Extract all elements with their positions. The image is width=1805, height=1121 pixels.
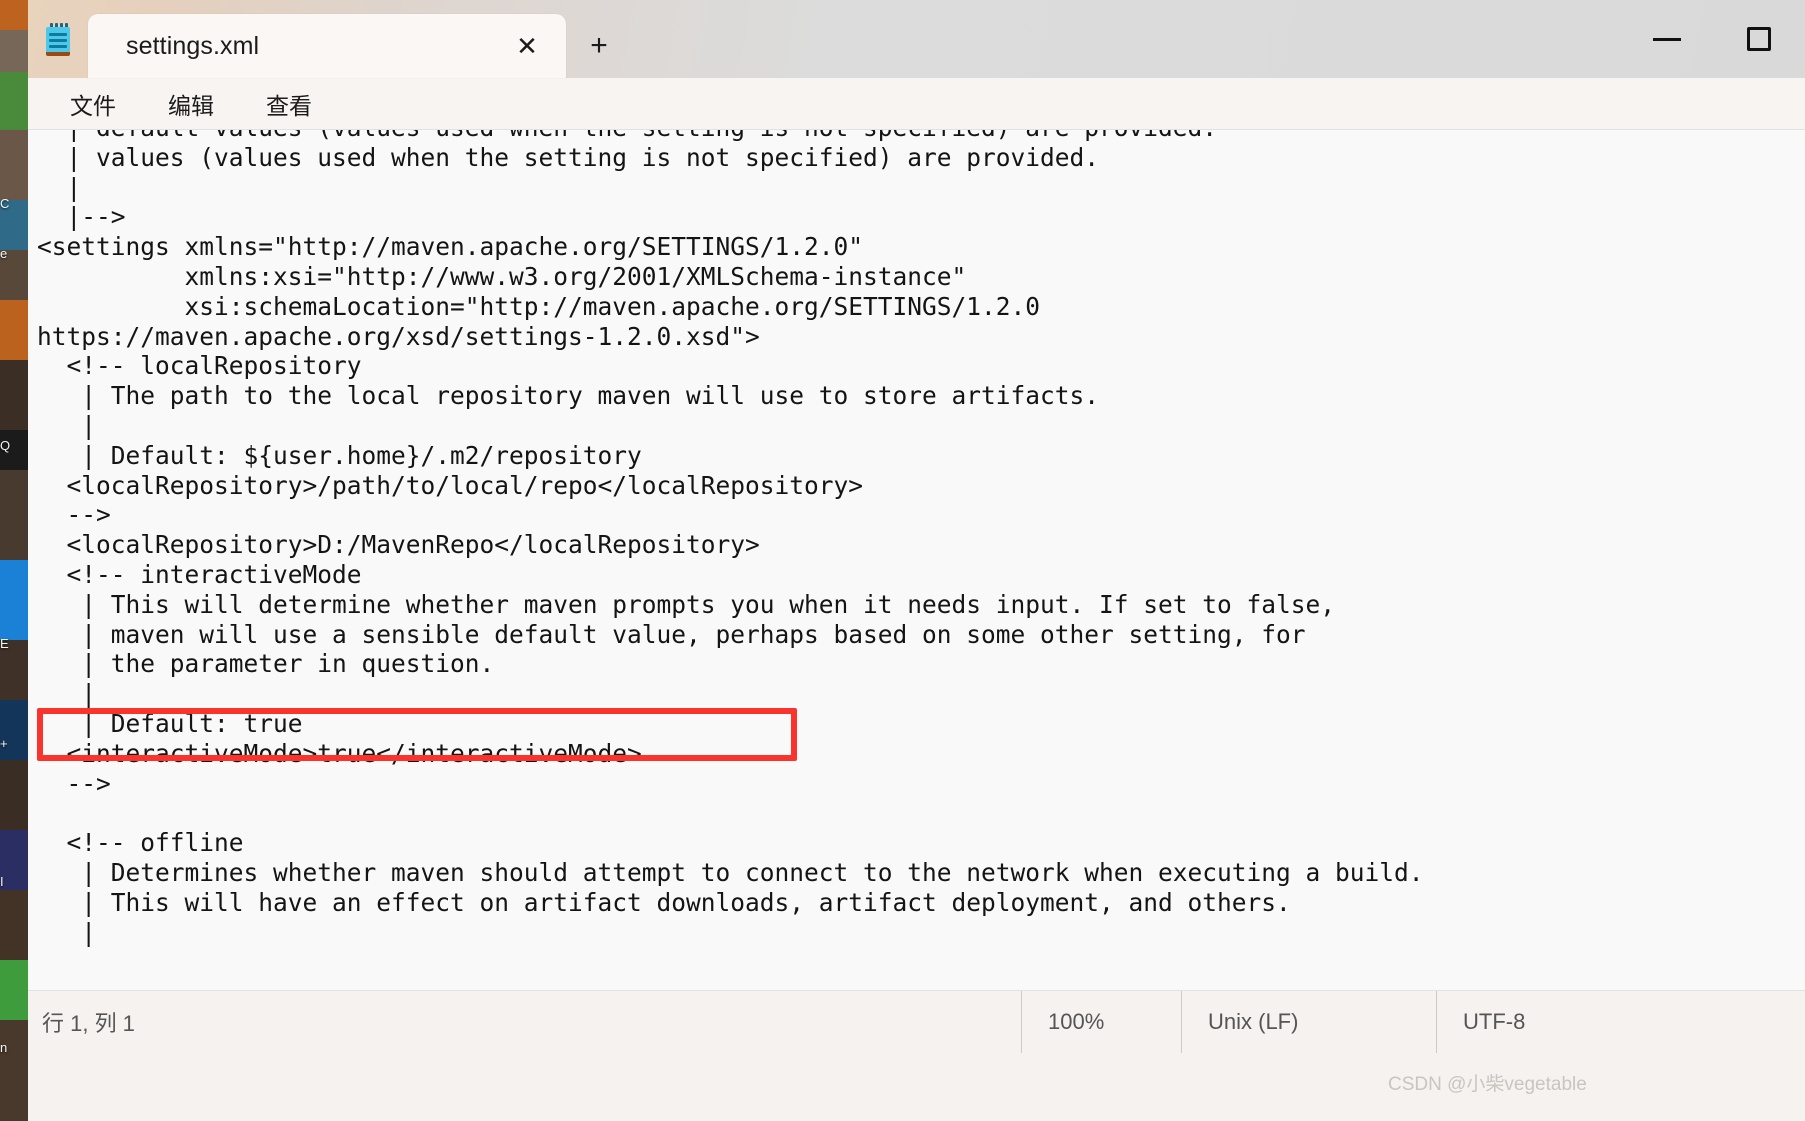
menu-bar: 文件 编辑 查看 (28, 78, 1805, 130)
minimize-icon (1653, 37, 1681, 41)
desktop-icon-label: Q (0, 438, 11, 453)
desktop-icon-label: + (0, 736, 8, 751)
menu-item-file[interactable]: 文件 (56, 81, 130, 127)
title-bar: settings.xml ✕ + (28, 0, 1805, 78)
desktop-icon-label: I (0, 874, 4, 889)
notepad-window: settings.xml ✕ + 文件 编辑 查看 | default valu… (28, 0, 1805, 1121)
line-ending-status[interactable]: Unix (LF) (1181, 991, 1381, 1053)
minimize-button[interactable] (1621, 0, 1713, 78)
tab-label: settings.xml (126, 31, 260, 60)
desktop-background: C e Q E + I n (0, 0, 30, 1121)
notepad-icon (28, 0, 88, 78)
status-bar: 行 1, 列 1 100% Unix (LF) UTF-8 CSDN @小柴ve… (28, 990, 1805, 1121)
window-controls (1621, 0, 1805, 78)
close-icon[interactable]: ✕ (510, 29, 544, 63)
csdn-watermark: CSDN @小柴vegetable (1388, 1074, 1587, 1095)
desktop-icon-label: C (0, 196, 10, 211)
zoom-level-status[interactable]: 100% (1021, 991, 1181, 1053)
desktop-icon-label: e (0, 246, 8, 261)
menu-item-edit[interactable]: 编辑 (154, 81, 228, 127)
status-row: 行 1, 列 1 100% Unix (LF) UTF-8 (28, 991, 1805, 1053)
desktop-icon-label: E (0, 636, 9, 651)
new-tab-icon[interactable]: + (566, 14, 632, 78)
editor-content[interactable]: | default values (values used when the s… (37, 130, 1424, 947)
encoding-status[interactable]: UTF-8 (1436, 991, 1596, 1053)
desktop-icon-label: n (0, 1040, 8, 1055)
cursor-position-status[interactable]: 行 1, 列 1 (42, 1006, 135, 1038)
text-editor-area[interactable]: | default values (values used when the s… (28, 130, 1805, 990)
maximize-icon (1747, 27, 1771, 51)
tab-settings-xml[interactable]: settings.xml ✕ (88, 14, 566, 78)
tab-strip: settings.xml ✕ + (28, 0, 632, 78)
maximize-button[interactable] (1713, 0, 1805, 78)
menu-item-view[interactable]: 查看 (252, 81, 326, 127)
